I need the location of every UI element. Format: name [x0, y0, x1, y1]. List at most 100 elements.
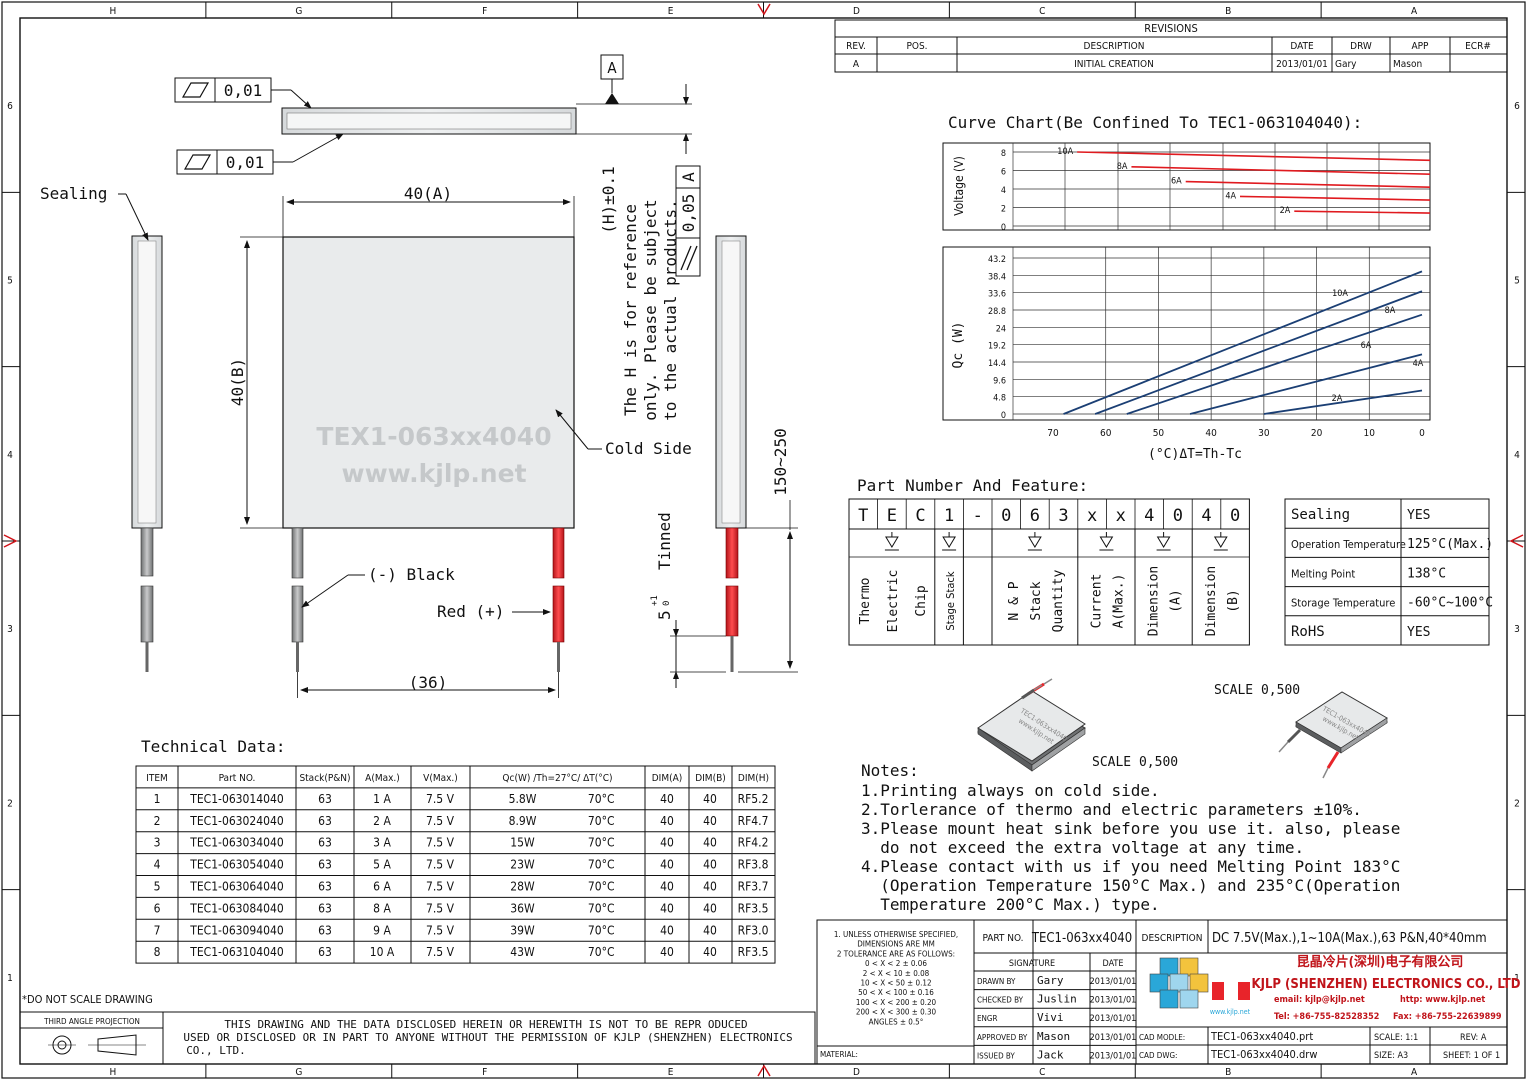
tech-cell: 40	[703, 901, 717, 915]
voltage-chart: 8 6 4 2 0 Voltage (V) 10A 8A 6A 4A 2A	[942, 142, 1431, 233]
qc-y-tick: 0	[1001, 411, 1006, 421]
qc-y-tick: 24	[996, 324, 1006, 334]
v-tick: 0	[1001, 223, 1006, 233]
tech-cell: 9 A	[373, 923, 391, 937]
zone-row-left: 4	[7, 450, 13, 461]
tech-cell: 40	[660, 814, 674, 828]
v-axis-label: Voltage (V)	[952, 156, 966, 216]
sig-date: 2013/01/01	[1090, 977, 1137, 987]
zone-col-top: A	[1411, 6, 1418, 17]
zone-row-right: 6	[1514, 101, 1520, 112]
description-label: DESCRIPTION	[1142, 933, 1203, 944]
svg-text:A(Max.): A(Max.)	[1111, 574, 1126, 629]
disclaimer-line: USED OR DISCLOSED OR IN PART TO ANYONE W…	[183, 1031, 792, 1044]
zone-row-left: 6	[7, 101, 13, 112]
part-no-label: PART NO.	[982, 933, 1023, 944]
zone-col-bottom: C	[1039, 1067, 1045, 1078]
note-line: do not exceed the extra voltage at any t…	[861, 838, 1304, 857]
zone-col-top: D	[853, 6, 860, 17]
sig-name: Juslin	[1037, 993, 1077, 1006]
tech-cell: 63	[318, 836, 332, 850]
sig-name: Gary	[1037, 974, 1064, 987]
svg-text:THIRD ANGLE PROJECTION: THIRD ANGLE PROJECTION	[43, 1017, 140, 1026]
zone-col-bottom: D	[853, 1067, 860, 1078]
svg-text:Dimension: Dimension	[1204, 566, 1219, 636]
sheet: SHEET: 1 OF 1	[1443, 1051, 1500, 1061]
tolerance-line: 50 < X < 100 ± 0.16	[858, 988, 934, 997]
tech-cell: 7.5 V	[426, 923, 455, 937]
tech-cell: 40	[703, 814, 717, 828]
svg-text:0,05: 0,05	[679, 194, 698, 233]
tech-cell: 40	[703, 836, 717, 850]
svg-text:Quantity: Quantity	[1051, 570, 1066, 633]
tech-cell: 1	[154, 792, 161, 806]
side-view-left: Sealing	[40, 184, 163, 672]
zone-row-right: 3	[1514, 624, 1520, 635]
zone-col-bottom: G	[295, 1067, 302, 1078]
tech-cell: TEC1-063034040	[189, 836, 284, 850]
svg-text:(H)±0.1: (H)±0.1	[599, 166, 618, 233]
revision-header: DATE	[1290, 41, 1314, 52]
tech-cell: 7.5 V	[426, 836, 455, 850]
svg-text:0,01: 0,01	[226, 153, 265, 172]
tech-cell: 7.5 V	[426, 880, 455, 894]
dim-height: 40(B)	[228, 358, 247, 406]
tech-cell: 40	[703, 923, 717, 937]
svg-text:0,01: 0,01	[224, 81, 263, 100]
part-number-char: 6	[1030, 506, 1040, 526]
qc-series-label: 6A	[1361, 341, 1372, 351]
tech-cell: 23W	[510, 858, 535, 872]
v-series-line	[1239, 195, 1431, 201]
v-series-label: 8A	[1117, 162, 1128, 172]
qc-x-tick: 0	[1419, 428, 1425, 439]
red-lead-label: Red (+)	[437, 602, 504, 621]
iso-view-2: TEC1-063xx4040 www.kjlp.net	[1278, 691, 1388, 779]
down-arrow-icon	[1213, 532, 1228, 551]
note-line: 4.Please contact with us if you need Mel…	[861, 857, 1400, 876]
sig-date: 2013/01/01	[1090, 996, 1137, 1006]
revision-cell: Mason	[1393, 59, 1422, 70]
svg-text:CAD MODLE:: CAD MODLE:	[1139, 1033, 1185, 1042]
tech-cell: 63	[318, 923, 332, 937]
tech-cell: 70°C	[588, 945, 615, 959]
part-number-char: 4	[1144, 506, 1154, 526]
tech-cell: RF5.2	[738, 792, 769, 806]
zone-col-top: C	[1039, 6, 1045, 17]
tech-cell: 63	[318, 945, 332, 959]
tech-cell: 43W	[510, 945, 535, 959]
qc-y-tick: 28.8	[988, 307, 1006, 317]
no-scale-note: *DO NOT SCALE DRAWING	[22, 993, 153, 1006]
qc-y-tick: 43.2	[988, 255, 1006, 265]
zone-col-top: G	[295, 6, 302, 17]
tech-cell: 28W	[510, 880, 535, 894]
zone-col-bottom: H	[110, 1067, 117, 1078]
sig-role: ISSUED BY	[977, 1051, 1015, 1060]
tech-cell: 7.5 V	[426, 858, 455, 872]
zone-col-bottom: E	[668, 1067, 674, 1078]
revision-header: POS.	[906, 41, 927, 52]
flatness-callout-2: 0,01	[176, 133, 344, 175]
tech-cell: 8 A	[373, 901, 391, 915]
down-arrow-icon	[884, 532, 899, 551]
sig-role: CHECKED BY	[977, 996, 1024, 1005]
qc-y-tick: 33.6	[988, 290, 1006, 300]
iso-scale-2: SCALE 0,500	[1214, 683, 1300, 698]
sig-date: 2013/01/01	[1090, 1033, 1137, 1043]
qc-x-label: (°C)ΔT=Th-Tc	[1148, 447, 1242, 462]
tech-header: Stack(P&N)	[299, 773, 350, 784]
qc-x-tick: 50	[1153, 428, 1165, 439]
tech-cell: 70°C	[588, 901, 615, 915]
side-view-top: A	[281, 54, 692, 154]
tech-header: DIM(A)	[652, 773, 683, 784]
svg-text:www.kjlp.net: www.kjlp.net	[1210, 1008, 1251, 1016]
qc-chart: 70 60 50 40 30 20 10 0 43.2 38.4 33.6 28.8 24 19.2 14.…	[942, 246, 1431, 462]
tech-cell: 5.8W	[509, 792, 537, 806]
note-line: 1.Printing always on cold side.	[861, 781, 1160, 800]
svg-text:DATE: DATE	[1103, 959, 1124, 969]
feature-name: Storage Temperature	[1291, 597, 1395, 610]
part-number-char: T	[858, 506, 868, 526]
feature-name: Melting Point	[1291, 567, 1355, 580]
feature-name: RoHS	[1291, 624, 1325, 640]
qc-axis-label: Qc (W)	[951, 322, 966, 369]
svg-text:Thermo: Thermo	[858, 578, 873, 625]
